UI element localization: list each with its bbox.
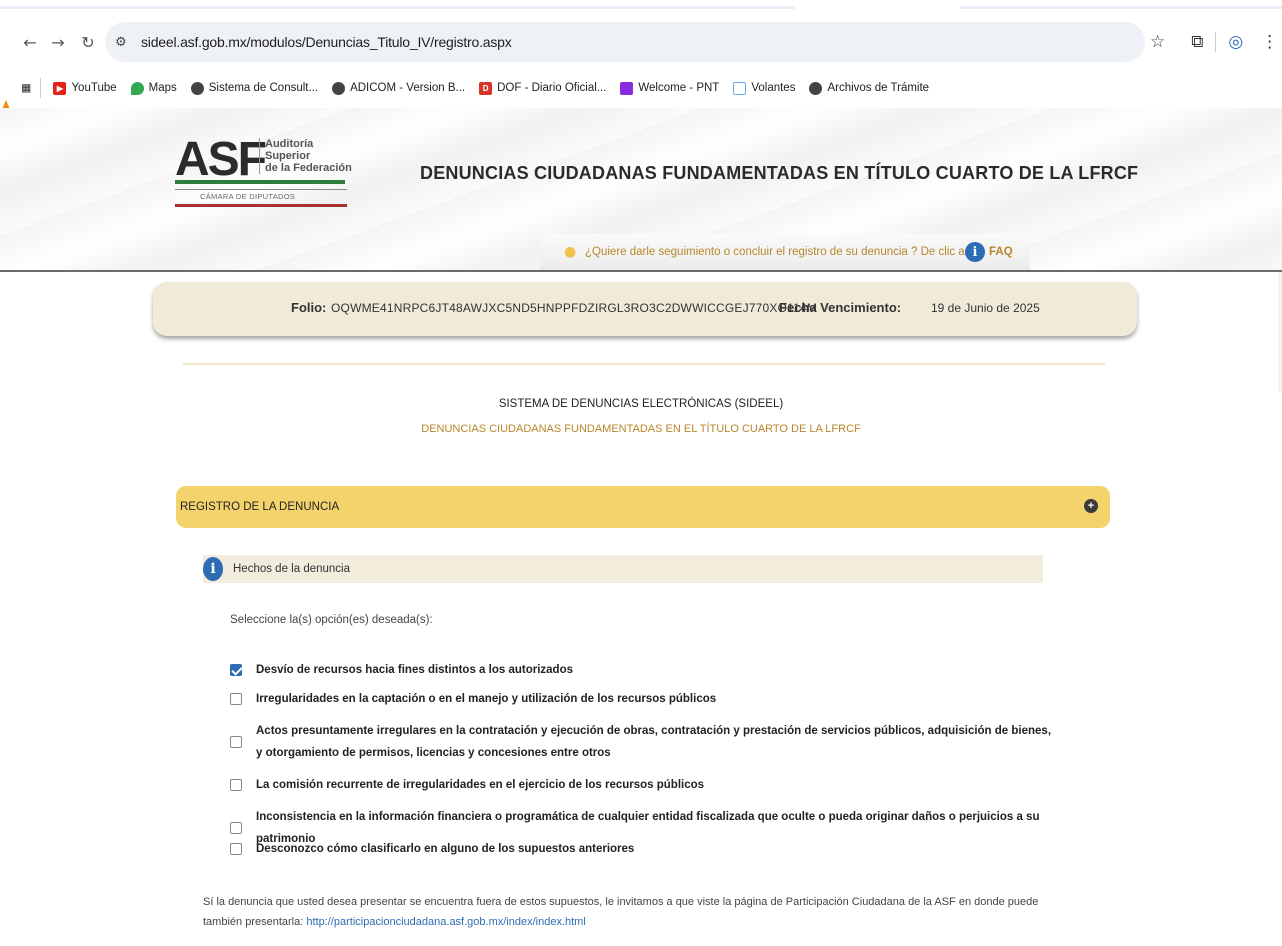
option-label: Actos presuntamente irregulares en la co… [256,725,1052,759]
logo-red-bar [175,204,347,207]
scrollbar[interactable] [1278,272,1282,392]
logo-name: Auditoría Superior de la Federación [259,138,352,174]
bookmark-label: Welcome - PNT [638,82,720,94]
option-row[interactable]: La comisión recurrente de irregularidade… [230,774,1060,796]
globe-icon [332,81,346,95]
toolbar-right-icons: ☆ ⧉ ◎ ⋮ [1150,30,1278,54]
lightbulb-icon: ● [564,244,577,260]
option-checkbox[interactable] [230,779,242,791]
option-checkbox[interactable] [230,693,242,705]
apps-grid-icon[interactable]: ▦ [22,80,30,96]
registro-title: REGISTRO DE LA DENUNCIA [180,501,340,513]
asf-logo[interactable]: ASF Auditoría Superior de la Federación … [175,132,355,222]
faq-link[interactable]: FAQ [989,246,1013,258]
bookmark-label: Archivos de Trámite [827,82,930,94]
document-icon [733,81,747,95]
bookmark-maps[interactable]: Maps [130,81,177,95]
logo-acronym: ASF [175,133,267,186]
youtube-icon: ▶ [53,81,67,95]
window-top-strip [0,0,1282,10]
section-divider [183,363,1105,365]
help-bar: ● ¿Quiere darle seguimiento o concluir e… [540,234,1030,270]
back-arrow-icon[interactable]: ← [20,32,40,52]
profile-icon[interactable]: ◎ [1228,32,1243,52]
logo-name-line: Auditoría [265,138,314,150]
hechos-label: Hechos de la denuncia [233,563,350,575]
dof-icon: D [479,81,493,95]
extensions-icon[interactable]: ⧉ [1191,32,1203,52]
bookmark-youtube[interactable]: ▶ YouTube [53,81,117,95]
bookmark-label: Sistema de Consult... [208,82,319,94]
site-settings-icon[interactable]: ⚙ [115,35,135,50]
address-bar[interactable]: ⚙ sideel.asf.gob.mx/modulos/Denuncias_Ti… [105,22,1145,62]
option-checkbox[interactable] [230,736,242,748]
forward-arrow-icon[interactable]: → [48,32,68,52]
pnt-icon [620,81,634,95]
bookmark-volantes[interactable]: Volantes [733,81,796,95]
menu-icon[interactable]: ⋮ [1261,32,1278,52]
system-subtitle: DENUNCIAS CIUDADANAS FUNDAMENTADAS EN EL… [421,423,861,435]
hechos-section-header: i Hechos de la denuncia [203,555,1043,583]
logo-name-line: de la Federación [265,162,352,174]
logo-subtitle: CÁMARA DE DIPUTADOS [200,192,296,201]
expiry-value: 19 de Junio de 2025 [931,301,1040,315]
option-row[interactable]: Irregularidades en la captación o en el … [230,688,1060,710]
bookmark-archivos[interactable]: Archivos de Trámite [809,81,930,95]
bookmarks-bar: ▦ ▶ YouTube Maps Sistema de Consult... A… [0,74,1282,102]
tab-strip-right [960,6,1282,9]
option-row[interactable]: Desvío de recursos hacia fines distintos… [230,659,1060,681]
bookmark-adicom[interactable]: ADICOM - Version B... [332,81,466,95]
browser-toolbar: ← → ↻ ⚙ sideel.asf.gob.mx/modulos/Denunc… [0,14,1282,74]
logo-name-line: Superior [265,150,311,162]
url-text[interactable]: sideel.asf.gob.mx/modulos/Denuncias_Titu… [141,34,512,50]
maps-icon [130,81,144,95]
toolbar-divider [1215,32,1217,52]
system-title: SISTEMA DE DENUNCIAS ELECTRÓNICAS (SIDEE… [498,398,784,410]
option-label: Irregularidades en la captación o en el … [256,693,717,705]
option-label: Desvío de recursos hacia fines distintos… [256,664,573,676]
bookmark-label: YouTube [71,82,117,94]
logo-green-bar [175,180,345,184]
star-icon[interactable]: ☆ [1150,32,1165,52]
tab-strip-left [0,6,795,9]
option-checkbox[interactable] [230,822,242,834]
page-title: DENUNCIAS CIUDADANAS FUNDAMENTADAS EN TÍ… [420,163,1139,183]
registro-panel-header[interactable]: REGISTRO DE LA DENUNCIA + [176,486,1110,528]
folio-value: OQWME41NRPC6JT48AWJXC5ND5HNPPFDZIRGL3RO3… [331,301,818,315]
bookmarks-divider [40,78,42,98]
bookmark-label: ADICOM - Version B... [350,82,466,94]
participacion-link[interactable]: http://participacionciudadana.asf.gob.mx… [306,916,585,928]
footer-note: Sí la denuncia que usted desea presentar… [203,892,1063,932]
bookmark-label: Maps [148,82,177,94]
option-label: Desconozco cómo clasificarlo en alguno d… [256,843,635,855]
reload-icon[interactable]: ↻ [78,32,98,52]
bookmark-pnt[interactable]: Welcome - PNT [620,81,720,95]
logo-grey-bar [175,189,347,190]
info-icon[interactable]: i [965,242,985,262]
option-row[interactable]: Desconozco cómo clasificarlo en alguno d… [230,838,1060,860]
expiry-label: Fecha Vencimiento: [779,300,902,315]
option-label: La comisión recurrente de irregularidade… [256,779,705,791]
follow-up-link[interactable]: ¿Quiere darle seguimiento o concluir el … [585,246,984,258]
option-checkbox[interactable] [230,664,242,676]
globe-icon [190,81,204,95]
option-row[interactable]: Actos presuntamente irregulares en la co… [230,720,1060,764]
expand-icon[interactable]: + [1084,499,1098,513]
info-icon: i [203,557,223,581]
tab-strip-gap [800,6,960,9]
bookmark-label: Volantes [751,82,796,94]
globe-icon [809,81,823,95]
bookmark-sistema[interactable]: Sistema de Consult... [190,81,319,95]
bookmark-dof[interactable]: D DOF - Diario Oficial... [479,81,607,95]
header-divider [0,270,1282,272]
folio-label: Folio: [291,300,327,315]
options-prompt: Seleccione la(s) opción(es) deseada(s): [230,614,433,626]
bookmark-label: DOF - Diario Oficial... [497,82,607,94]
folio-card: Folio: OQWME41NRPC6JT48AWJXC5ND5HNPPFDZI… [153,282,1137,336]
option-checkbox[interactable] [230,843,242,855]
